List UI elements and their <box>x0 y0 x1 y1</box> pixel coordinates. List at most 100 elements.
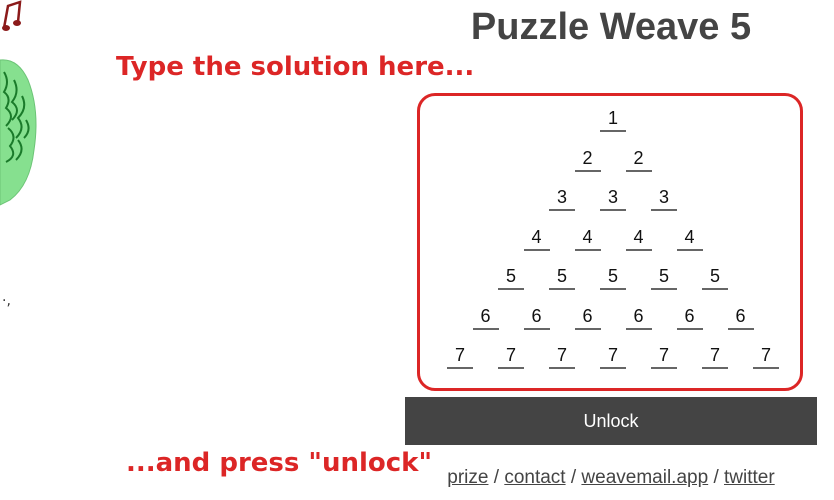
letter-input[interactable] <box>574 327 601 330</box>
letter-input[interactable] <box>702 367 728 369</box>
letter-input[interactable] <box>651 367 677 369</box>
cell-hint-number: 7 <box>556 345 567 365</box>
letter-input[interactable] <box>625 169 652 172</box>
link-prize[interactable]: prize <box>447 467 488 488</box>
letter-input[interactable] <box>702 288 728 290</box>
cell-hint-number: 6 <box>684 305 695 326</box>
cell-hint-number: 2 <box>633 147 644 168</box>
cell-hint-number: 5 <box>709 266 720 286</box>
letter-input[interactable] <box>600 209 626 211</box>
footer-links: prize / contact / weavemail.app / twitte… <box>405 467 817 489</box>
instruction-bottom: ...and press "unlock" <box>126 448 433 478</box>
puzzle-cell: 2 <box>625 147 652 172</box>
puzzle-cell: 3 <box>651 187 677 211</box>
cell-hint-number: 7 <box>607 345 618 365</box>
link-contact[interactable]: contact <box>504 467 565 488</box>
puzzle-cell: 6 <box>727 305 754 330</box>
cell-hint-number: 6 <box>582 305 593 326</box>
cell-hint-number: 5 <box>505 266 516 286</box>
puzzle-row: 5 5 5 5 5 <box>420 266 800 290</box>
page-title: Puzzle Weave 5 <box>470 6 752 48</box>
puzzle-row: 22 <box>420 148 800 172</box>
letter-input[interactable] <box>549 367 575 369</box>
puzzle-cell: 6 <box>523 305 550 330</box>
letter-input[interactable] <box>498 288 524 290</box>
letter-input[interactable] <box>676 327 703 330</box>
letter-input[interactable] <box>600 367 626 369</box>
cell-hint-number: 3 <box>556 187 567 207</box>
puzzle-cell: 7 <box>549 345 575 369</box>
puzzle-row: 1 <box>420 108 800 132</box>
letter-input[interactable] <box>753 367 779 369</box>
letter-input[interactable] <box>498 367 524 369</box>
letter-input[interactable] <box>574 248 601 251</box>
puzzle-cell: 4 <box>676 226 703 251</box>
cell-hint-number: 6 <box>480 305 491 326</box>
puzzle-cell: 6 <box>472 305 499 330</box>
letter-input[interactable] <box>523 248 550 251</box>
cell-hint-number: 3 <box>607 187 618 207</box>
puzzle-cell: 3 <box>600 187 626 211</box>
cell-hint-number: 5 <box>556 266 567 286</box>
puzzle-cell: 5 <box>702 266 728 290</box>
puzzle-cell: 6 <box>574 305 601 330</box>
cell-hint-number: 7 <box>658 345 669 365</box>
cell-hint-number: 1 <box>607 108 618 128</box>
cell-hint-number: 3 <box>658 187 669 207</box>
cell-hint-number: 7 <box>454 345 465 365</box>
puzzle-cell: 7 <box>702 345 728 369</box>
cell-hint-number: 6 <box>633 305 644 326</box>
puzzle-cell: 5 <box>651 266 677 290</box>
cell-hint-number: 6 <box>531 305 542 326</box>
puzzle-row: 4 4 4 4 <box>420 227 800 251</box>
puzzle-cell: 7 <box>651 345 677 369</box>
letter-input[interactable] <box>727 327 754 330</box>
letter-input[interactable] <box>472 327 499 330</box>
letter-input[interactable] <box>549 209 575 211</box>
cell-hint-number: 5 <box>658 266 669 286</box>
cell-hint-number: 4 <box>582 226 593 247</box>
puzzle-cell: 6 <box>625 305 652 330</box>
instruction-top: Type the solution here... <box>116 52 475 82</box>
letter-input[interactable] <box>549 288 575 290</box>
footer-separator: / <box>713 467 719 488</box>
cell-hint-number: 4 <box>531 226 542 247</box>
letter-input[interactable] <box>651 288 677 290</box>
letter-input[interactable] <box>651 209 677 211</box>
cell-hint-number: 4 <box>684 226 695 247</box>
puzzle-cell: 7 <box>753 345 779 369</box>
cell-hint-number: 7 <box>709 345 720 365</box>
puzzle-cell: 3 <box>549 187 575 211</box>
letter-input[interactable] <box>625 248 652 251</box>
puzzle-row: 3 3 3 <box>420 187 800 211</box>
unlock-button[interactable]: Unlock <box>405 397 817 445</box>
puzzle-cell: 4 <box>574 226 601 251</box>
puzzle-cell: 1 <box>600 108 626 132</box>
letter-input[interactable] <box>574 169 601 172</box>
letter-input[interactable] <box>523 327 550 330</box>
letter-input[interactable] <box>676 248 703 251</box>
svg-text:·,: ·, <box>2 293 11 309</box>
puzzle-cell: 6 <box>676 305 703 330</box>
puzzle-cell: 7 <box>600 345 626 369</box>
letter-input[interactable] <box>600 130 626 132</box>
footer-separator: / <box>493 467 500 488</box>
cell-hint-number: 7 <box>505 345 516 365</box>
puzzle-cell: 2 <box>574 148 601 172</box>
puzzle-cell: 4 <box>523 226 550 251</box>
puzzle-cell: 7 <box>498 345 524 369</box>
cell-hint-number: 5 <box>607 266 618 286</box>
link-weavemail[interactable]: weavemail.app <box>581 467 708 488</box>
puzzle-cell: 5 <box>498 266 524 290</box>
letter-input[interactable] <box>447 367 473 369</box>
link-twitter[interactable]: twitter <box>724 467 775 488</box>
letter-input[interactable] <box>600 288 626 290</box>
decorative-drawing: ·, <box>0 0 37 309</box>
footer-separator: / <box>570 467 577 488</box>
cell-hint-number: 6 <box>735 305 746 326</box>
music-note-icon <box>2 0 22 31</box>
puzzle-frame: 1223334444555556666667777777 <box>417 93 803 391</box>
letter-input[interactable] <box>625 327 652 330</box>
puzzle-row: 6 6 6 6 6 6 <box>420 306 800 330</box>
green-scribble-drawing <box>0 59 37 206</box>
